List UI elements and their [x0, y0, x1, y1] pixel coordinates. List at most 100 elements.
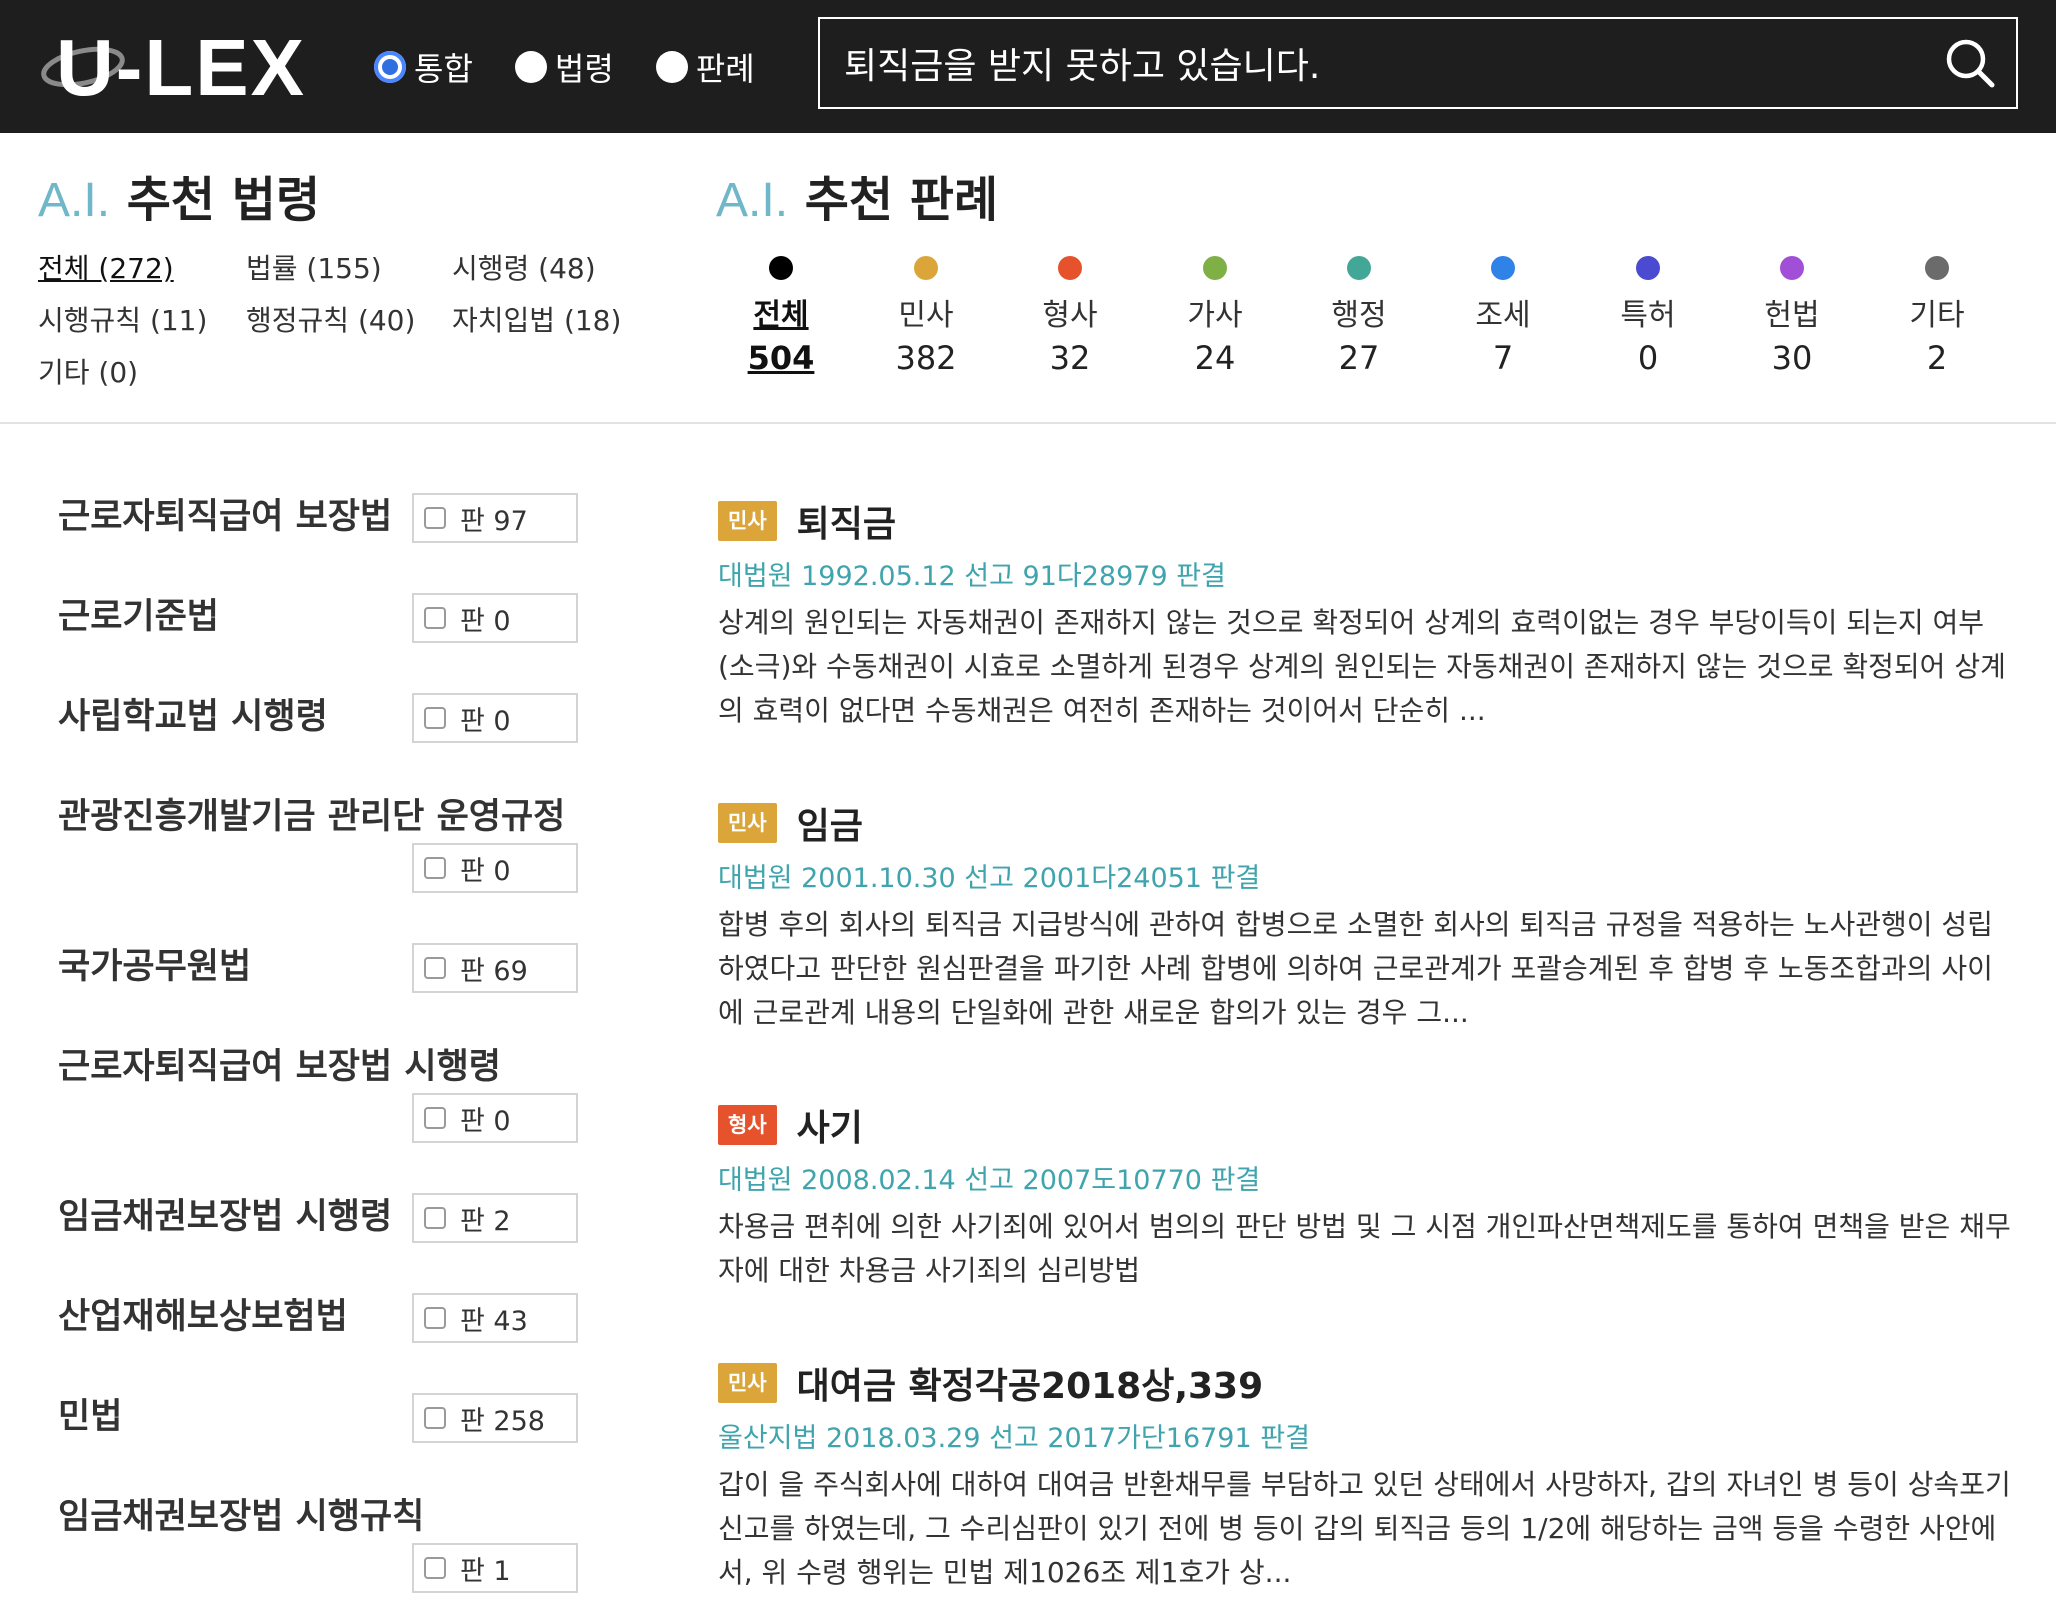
law-item-name[interactable]: 근로기준법 [58, 588, 219, 639]
precedent-count: 판 97 [460, 505, 528, 537]
prec-cat-count: 32 [1049, 339, 1091, 377]
radio-label: 통합 [414, 50, 473, 88]
case-type-badge: 민사 [718, 501, 777, 541]
law-item-name[interactable]: 민법 [58, 1388, 122, 1439]
section-divider [0, 422, 2056, 424]
law-precedent-filter[interactable]: 판 0 [412, 693, 578, 743]
case-title[interactable]: 대여금 확정각공2018상,339 [797, 1357, 1264, 1409]
category-dot-icon [1347, 256, 1371, 280]
case-type-badge: 형사 [718, 1105, 777, 1145]
radio-integrated[interactable]: 통합 [374, 44, 473, 90]
category-dot-icon [1491, 256, 1515, 280]
case-title[interactable]: 사기 [797, 1099, 863, 1151]
checkbox-icon [424, 857, 446, 879]
law-cat-rule[interactable]: 시행규칙 (11) [38, 299, 207, 339]
category-dot-icon [769, 256, 793, 280]
category-dot-icon [1925, 256, 1949, 280]
radio-label: 법령 [554, 50, 614, 88]
case-title[interactable]: 임금 [797, 797, 863, 849]
prec-cat-count: 504 [747, 339, 815, 377]
prec-cat-label: 민사 [898, 298, 954, 333]
law-cat-statute[interactable]: 법률 (155) [246, 247, 382, 287]
case-citation[interactable]: 울산지법 2018.03.29 선고 2017가단16791 판결 [718, 1416, 2018, 1455]
precedent-count: 판 0 [460, 605, 511, 637]
law-precedent-filter[interactable]: 판 1 [412, 1543, 578, 1593]
checkbox-icon [424, 1557, 446, 1579]
prec-cat-label: 조세 [1475, 298, 1531, 333]
case-summary: 차용금 편취에 의한 사기죄에 있어서 범의의 판단 방법 및 그 시점 개인파… [718, 1210, 2011, 1287]
prec-cat-tax[interactable]: 조세 7 [1438, 250, 1568, 380]
law-item-name[interactable]: 근로자퇴직급여 보장법 시행령 [58, 1038, 501, 1089]
law-precedent-filter[interactable]: 판 0 [412, 1093, 578, 1143]
precedent-count: 판 0 [460, 705, 511, 737]
prec-cat-family[interactable]: 가사 24 [1150, 250, 1280, 380]
law-cat-admin-rule[interactable]: 행정규칙 (40) [246, 299, 415, 339]
logo-text: U-LEX [56, 23, 306, 112]
case-item: 형사 사기 대법원 2008.02.14 선고 2007도10770 판결 차용… [718, 1102, 2018, 1293]
law-item-name[interactable]: 임금채권보장법 시행규칙 [58, 1488, 424, 1539]
law-item-name[interactable]: 임금채권보장법 시행령 [58, 1188, 392, 1239]
prec-cat-count: 382 [895, 339, 957, 377]
case-header: 민사 임금 [718, 797, 2018, 849]
law-precedent-filter[interactable]: 판 43 [412, 1293, 578, 1343]
checkbox-icon [424, 1407, 446, 1429]
u-lex-logo[interactable]: U-LEX [38, 22, 308, 110]
prec-cat-count: 27 [1338, 339, 1380, 377]
prec-cat-other[interactable]: 기타 2 [1872, 250, 2002, 380]
prec-cat-constitution[interactable]: 헌법 30 [1727, 250, 1857, 380]
law-precedent-filter[interactable]: 판 258 [412, 1393, 578, 1443]
precedent-count: 판 69 [460, 955, 528, 987]
law-item-name[interactable]: 국가공무원법 [58, 938, 251, 989]
radio-checked-icon [374, 51, 406, 83]
checkbox-icon [424, 607, 446, 629]
prec-cat-label: 가사 [1187, 298, 1243, 333]
ai-prefix: A.I. [38, 174, 111, 227]
category-dot-icon [1780, 256, 1804, 280]
prec-cat-label: 기타 [1909, 298, 1965, 333]
law-item-name[interactable]: 관광진흥개발기금 관리단 운영규정 [58, 788, 565, 839]
case-summary: 갑이 을 주식회사에 대하여 대여금 반환채무를 부담하고 있던 상태에서 사망… [718, 1468, 2011, 1589]
case-title[interactable]: 퇴직금 [797, 495, 896, 547]
radio-laws[interactable]: 법령 [514, 44, 614, 90]
precedent-count: 판 2 [460, 1205, 511, 1237]
radio-precedents[interactable]: 판례 [655, 44, 755, 90]
case-citation[interactable]: 대법원 2008.02.14 선고 2007도10770 판결 [718, 1158, 2018, 1197]
law-cat-local-law[interactable]: 자치입법 (18) [452, 299, 621, 339]
prec-cat-patent[interactable]: 특허 0 [1583, 250, 1713, 380]
law-precedent-filter[interactable]: 판 2 [412, 1193, 578, 1243]
case-item: 민사 임금 대법원 2001.10.30 선고 2001다24051 판결 합병… [718, 800, 2018, 1035]
precedent-count: 판 0 [460, 1105, 511, 1137]
prec-cat-all[interactable]: 전체 504 [716, 250, 846, 380]
case-citation[interactable]: 대법원 1992.05.12 선고 91다28979 판결 [718, 554, 2018, 593]
case-citation[interactable]: 대법원 2001.10.30 선고 2001다24051 판결 [718, 856, 2018, 895]
case-type-badge: 민사 [718, 803, 777, 843]
prec-cat-administrative[interactable]: 행정 27 [1294, 250, 1424, 380]
search-input[interactable] [844, 19, 1924, 107]
prec-cat-civil[interactable]: 민사 382 [861, 250, 991, 380]
case-header: 민사 대여금 확정각공2018상,339 [718, 1357, 2018, 1409]
precedent-count: 판 1 [460, 1555, 511, 1587]
checkbox-icon [424, 957, 446, 979]
category-dot-icon [1058, 256, 1082, 280]
law-precedent-filter[interactable]: 판 69 [412, 943, 578, 993]
law-item-name[interactable]: 사립학교법 시행령 [58, 688, 328, 739]
radio-unchecked-icon [514, 51, 547, 83]
prec-cat-label: 특허 [1620, 298, 1676, 333]
law-precedent-filter[interactable]: 판 0 [412, 843, 578, 893]
case-summary: 상계의 원인되는 자동채권이 존재하지 않는 것으로 확정되어 상계의 효력이없… [718, 606, 2006, 727]
law-item-name[interactable]: 산업재해보상보험법 [58, 1288, 348, 1339]
precedent-section-title: A.I. 추천 판례 [716, 160, 998, 230]
law-cat-decree[interactable]: 시행령 (48) [452, 247, 596, 287]
precedent-count: 판 258 [460, 1405, 545, 1437]
search-icon[interactable] [1942, 35, 1998, 91]
case-header: 형사 사기 [718, 1099, 2018, 1151]
law-item-name[interactable]: 근로자퇴직급여 보장법 [58, 488, 392, 539]
law-cat-other[interactable]: 기타 (0) [38, 351, 138, 391]
law-cat-all[interactable]: 전체 (272) [38, 247, 174, 287]
case-header: 민사 퇴직금 [718, 495, 2018, 547]
radio-unchecked-icon [655, 51, 688, 83]
law-precedent-filter[interactable]: 판 97 [412, 493, 578, 543]
law-precedent-filter[interactable]: 판 0 [412, 593, 578, 643]
prec-cat-criminal[interactable]: 형사 32 [1005, 250, 1135, 380]
prec-cat-count: 0 [1637, 339, 1659, 377]
